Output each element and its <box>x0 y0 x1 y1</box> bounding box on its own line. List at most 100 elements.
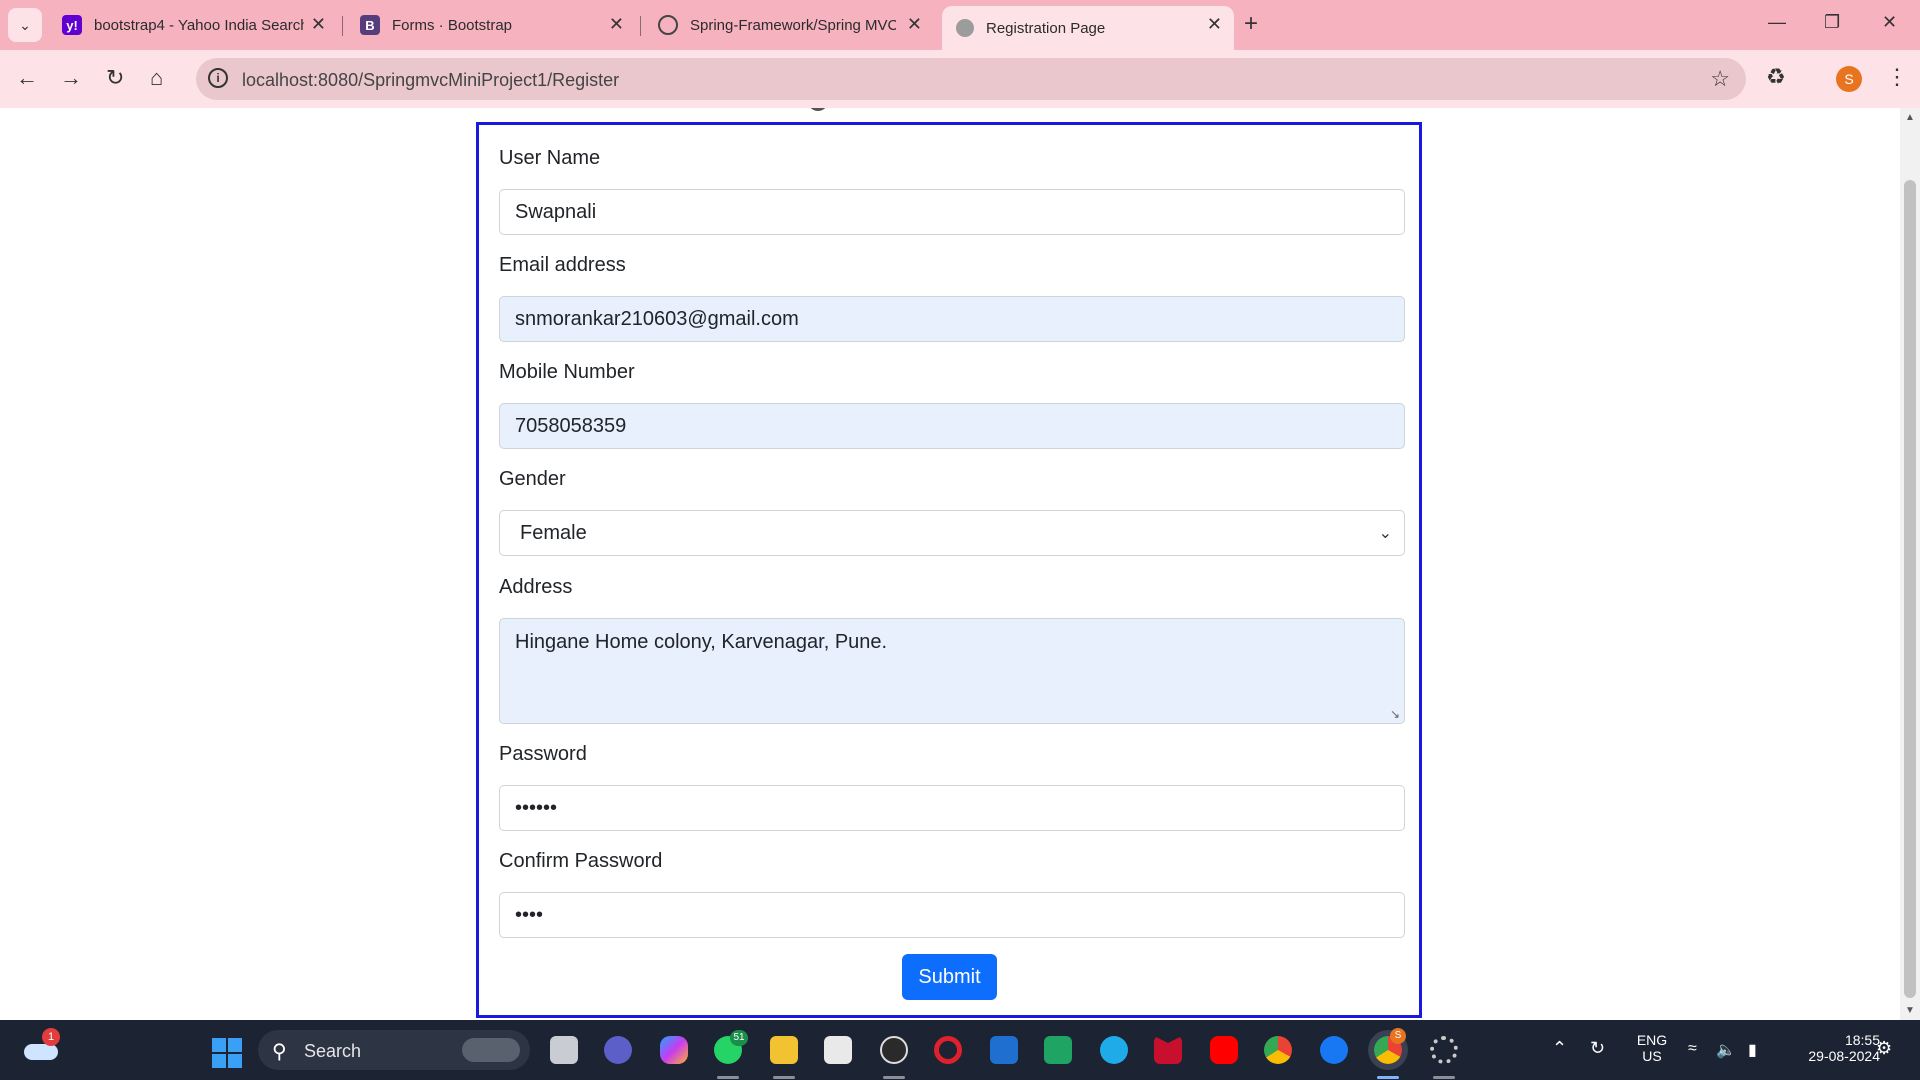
task-view-icon[interactable] <box>550 1036 578 1064</box>
running-indicator <box>883 1076 905 1079</box>
forward-icon[interactable]: → <box>60 66 82 90</box>
tab-yahoo[interactable]: y! bootstrap4 - Yahoo India Search ✕ <box>48 6 338 44</box>
cloud-icon <box>24 1044 58 1060</box>
page-viewport: User Name Swapnali Email address snmoran… <box>0 108 1900 1020</box>
scroll-down-icon[interactable]: ▼ <box>1905 1005 1915 1016</box>
bookmark-star-icon[interactable]: ☆ <box>1710 66 1730 92</box>
clock-time: 18:55 <box>1844 1032 1880 1048</box>
copilot-icon[interactable] <box>660 1036 688 1064</box>
close-icon[interactable]: ✕ <box>1207 15 1222 33</box>
chrome-icon[interactable] <box>1264 1036 1292 1064</box>
gender-select[interactable]: Female ⌄ <box>499 510 1405 556</box>
whatsapp-badge: 51 <box>730 1030 748 1046</box>
password-value: •••••• <box>515 796 558 819</box>
tab-title: bootstrap4 - Yahoo India Search <box>94 16 304 34</box>
youtube-icon[interactable] <box>1210 1036 1238 1064</box>
taskbar: 1 ⚲ Search 51 S ⌃ ↻ ENG US ≈ 🔈 ▮ 18:55 2… <box>0 1020 1920 1080</box>
opera-icon[interactable] <box>934 1036 962 1064</box>
mcafee-icon[interactable] <box>1154 1036 1182 1064</box>
password-label: Password <box>499 743 587 765</box>
close-icon[interactable]: ✕ <box>311 15 326 33</box>
edge-icon[interactable] <box>1100 1036 1128 1064</box>
tab-registration[interactable]: Registration Page ✕ <box>942 6 1234 50</box>
heading-fragment <box>808 108 828 111</box>
scroll-thumb[interactable] <box>1904 180 1916 998</box>
running-indicator <box>1433 1076 1455 1079</box>
chrome-profile-badge: S <box>1390 1028 1406 1044</box>
submit-button[interactable]: Submit <box>902 954 997 1000</box>
mobile-label: Mobile Number <box>499 361 635 383</box>
gender-value: Female <box>520 521 587 544</box>
close-window-icon[interactable]: ✕ <box>1882 12 1897 33</box>
confirm-password-input[interactable]: •••• <box>499 892 1405 938</box>
email-input[interactable]: snmorankar210603@gmail.com <box>499 296 1405 342</box>
search-label: Search <box>304 1041 362 1061</box>
minimize-icon[interactable]: — <box>1768 12 1786 33</box>
bootstrap-icon: B <box>360 15 380 35</box>
language-indicator[interactable]: ENG US <box>1634 1032 1670 1064</box>
weather-widget[interactable]: 1 <box>22 1028 62 1064</box>
reload-icon[interactable]: ↻ <box>106 66 124 90</box>
volume-muted-icon[interactable]: 🔈 <box>1716 1040 1736 1060</box>
password-input[interactable]: •••••• <box>499 785 1405 831</box>
sync-icon[interactable]: ↻ <box>1590 1038 1605 1059</box>
confirm-password-label: Confirm Password <box>499 850 663 872</box>
site-info-icon[interactable]: i <box>208 68 228 88</box>
wifi-icon[interactable]: ≈ <box>1688 1040 1697 1058</box>
notification-badge: 1 <box>42 1028 60 1046</box>
microsoft-store-icon[interactable] <box>824 1036 852 1064</box>
active-indicator <box>1377 1076 1399 1079</box>
page-scrollbar[interactable]: ▲ ▼ <box>1900 108 1920 1020</box>
close-icon[interactable]: ✕ <box>609 15 624 33</box>
sheets-icon[interactable] <box>1044 1036 1072 1064</box>
teams-meet-icon[interactable] <box>604 1036 632 1064</box>
running-indicator <box>717 1076 739 1079</box>
taskbar-search[interactable]: ⚲ Search <box>258 1030 530 1070</box>
menu-icon[interactable]: ⋮ <box>1886 64 1908 90</box>
tab-search-button[interactable]: ⌄ <box>8 8 42 42</box>
github-icon <box>658 15 678 35</box>
language-code: ENG <box>1636 1032 1668 1048</box>
gender-label: Gender <box>499 468 566 490</box>
settings-gear-icon[interactable] <box>1430 1036 1458 1064</box>
media-player-icon[interactable] <box>880 1036 908 1064</box>
yahoo-icon: y! <box>62 15 82 35</box>
restore-icon[interactable]: ❐ <box>1824 12 1840 33</box>
profile-avatar[interactable]: S <box>1836 66 1862 92</box>
browser-toolbar: ← → ↻ ⌂ i localhost:8080/SpringmvcMiniPr… <box>0 50 1920 108</box>
address-textarea[interactable]: Hingane Home colony, Karvenagar, Pune. ↘ <box>499 618 1405 724</box>
back-icon[interactable]: ← <box>16 66 38 90</box>
scroll-up-icon[interactable]: ▲ <box>1905 112 1915 123</box>
search-icon: ⚲ <box>272 1041 287 1063</box>
new-tab-button[interactable]: + <box>1244 12 1258 36</box>
close-icon[interactable]: ✕ <box>907 15 922 33</box>
tab-strip: ⌄ y! bootstrap4 - Yahoo India Search ✕ B… <box>0 0 1920 50</box>
tab-github[interactable]: Spring-Framework/Spring MVC ✕ <box>644 6 934 44</box>
file-explorer-icon[interactable] <box>770 1036 798 1064</box>
registration-form: User Name Swapnali Email address snmoran… <box>476 122 1422 1018</box>
tab-bootstrap[interactable]: B Forms · Bootstrap ✕ <box>346 6 636 44</box>
chevron-up-icon[interactable]: ⌃ <box>1552 1038 1567 1059</box>
username-label: User Name <box>499 147 601 169</box>
trello-icon[interactable] <box>990 1036 1018 1064</box>
chevron-down-icon: ⌄ <box>1378 525 1392 542</box>
home-icon[interactable]: ⌂ <box>150 66 163 90</box>
username-input[interactable]: Swapnali <box>499 189 1405 235</box>
extensions-icon[interactable]: ♻ <box>1766 64 1786 90</box>
clock-date: 29-08-2024 <box>1808 1048 1880 1064</box>
mobile-input[interactable]: 7058058359 <box>499 403 1405 449</box>
address-bar[interactable]: i localhost:8080/SpringmvcMiniProject1/R… <box>196 58 1746 100</box>
facebook-icon[interactable] <box>1320 1036 1348 1064</box>
search-highlight-image <box>462 1038 520 1062</box>
tab-title: Forms · Bootstrap <box>392 16 513 34</box>
resize-handle-icon[interactable]: ↘ <box>1390 707 1400 721</box>
email-value: snmorankar210603@gmail.com <box>515 307 799 330</box>
address-label: Address <box>499 576 573 598</box>
battery-icon[interactable]: ▮ <box>1748 1040 1757 1060</box>
address-value: Hingane Home colony, Karvenagar, Pune. <box>515 631 888 653</box>
globe-icon <box>956 19 974 37</box>
clock[interactable]: 18:55 29-08-2024 <box>1780 1032 1880 1064</box>
notifications-icon[interactable]: ⚙ <box>1876 1038 1892 1059</box>
url-text[interactable]: localhost:8080/SpringmvcMiniProject1/Reg… <box>242 70 619 91</box>
start-button[interactable] <box>212 1038 242 1068</box>
